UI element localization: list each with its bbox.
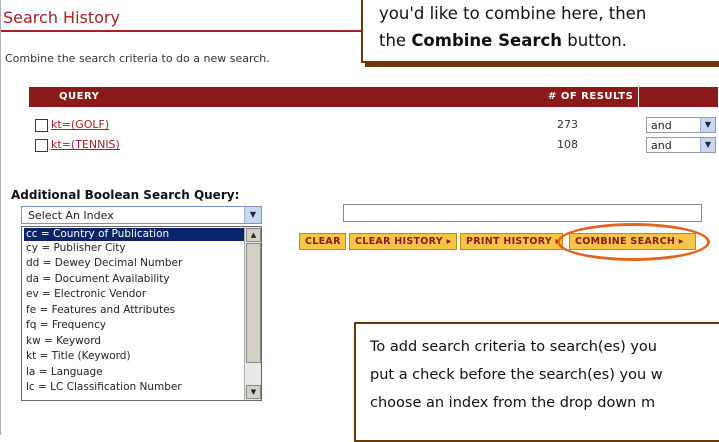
callout-line: To add search criteria to search(es) you bbox=[370, 339, 657, 355]
index-option[interactable]: dd = Dewey Decimal Number bbox=[24, 257, 248, 270]
operator-value: and bbox=[651, 119, 672, 132]
query-link[interactable]: kt=(GOLF) bbox=[51, 118, 109, 131]
boolean-query-input[interactable] bbox=[343, 204, 702, 222]
index-option[interactable]: fe = Features and Attributes bbox=[24, 304, 248, 317]
header-divider bbox=[638, 87, 639, 107]
table-row: kt=(TENNIS) 108 and ▼ bbox=[29, 137, 718, 155]
query-column-header: QUERY bbox=[59, 91, 100, 102]
instructions-text: Combine the search criteria to do a new … bbox=[5, 52, 270, 65]
query-link[interactable]: kt=(TENNIS) bbox=[51, 138, 120, 151]
row-checkbox[interactable] bbox=[35, 119, 48, 132]
operator-select[interactable]: and ▼ bbox=[646, 117, 716, 133]
instruction-callout-bottom: To add search criteria to search(es) you… bbox=[354, 322, 719, 442]
index-option[interactable]: da = Document Availability bbox=[24, 273, 248, 286]
index-option[interactable]: kw = Keyword bbox=[24, 335, 248, 348]
index-option[interactable]: lc = LC Classification Number bbox=[24, 381, 248, 394]
clear-history-button[interactable]: CLEAR HISTORY ▸ bbox=[349, 233, 457, 250]
scroll-up-icon[interactable]: ▲ bbox=[246, 228, 261, 242]
boolean-query-label: Additional Boolean Search Query: bbox=[11, 188, 240, 202]
callout-text: button. bbox=[562, 31, 627, 50]
index-dropdown-list[interactable]: cc = Country of Publication cy = Publish… bbox=[21, 226, 262, 401]
panel-title: Search History bbox=[3, 8, 120, 27]
index-option[interactable]: cc = Country of Publication bbox=[24, 228, 248, 241]
scroll-down-icon[interactable]: ▼ bbox=[246, 385, 261, 399]
index-option[interactable]: fq = Frequency bbox=[24, 319, 248, 332]
result-count: 108 bbox=[557, 138, 578, 151]
print-history-button[interactable]: PRINT HISTORY ▸ bbox=[460, 233, 563, 250]
callout-line: you'd like to combine here, then bbox=[379, 4, 647, 23]
table-row: kt=(GOLF) 273 and ▼ bbox=[29, 117, 718, 135]
operator-value: and bbox=[651, 139, 672, 152]
operator-select[interactable]: and ▼ bbox=[646, 137, 716, 153]
results-column-header: # OF RESULTS bbox=[548, 91, 634, 102]
results-table-header: QUERY # OF RESULTS bbox=[29, 87, 718, 107]
result-count: 273 bbox=[557, 118, 578, 131]
callout-line: choose an index from the drop down m bbox=[370, 395, 656, 411]
index-option[interactable]: la = Language bbox=[24, 366, 248, 379]
chevron-down-icon[interactable]: ▼ bbox=[244, 207, 261, 223]
callout-line: put a check before the search(es) you w bbox=[370, 367, 663, 383]
scrollbar-thumb[interactable] bbox=[246, 243, 261, 363]
index-option[interactable]: cy = Publisher City bbox=[24, 242, 248, 255]
callout-emphasis: Combine Search bbox=[411, 31, 562, 50]
chevron-down-icon[interactable]: ▼ bbox=[700, 118, 715, 132]
scrollbar[interactable]: ▲ ▼ bbox=[244, 227, 261, 400]
index-option[interactable]: ev = Electronic Vendor bbox=[24, 288, 248, 301]
index-select[interactable]: Select An Index ▼ bbox=[21, 206, 262, 224]
instruction-callout-top: you'd like to combine here, then the Com… bbox=[361, 0, 719, 63]
chevron-down-icon[interactable]: ▼ bbox=[700, 138, 715, 152]
clear-button[interactable]: CLEAR bbox=[299, 233, 346, 250]
highlight-oval bbox=[557, 223, 710, 261]
row-checkbox[interactable] bbox=[35, 139, 48, 152]
callout-text: the bbox=[379, 31, 412, 50]
callout-line: the Combine Search button. bbox=[379, 31, 627, 50]
index-select-value: Select An Index bbox=[28, 209, 114, 222]
index-option[interactable]: kt = Title (Keyword) bbox=[24, 350, 248, 363]
